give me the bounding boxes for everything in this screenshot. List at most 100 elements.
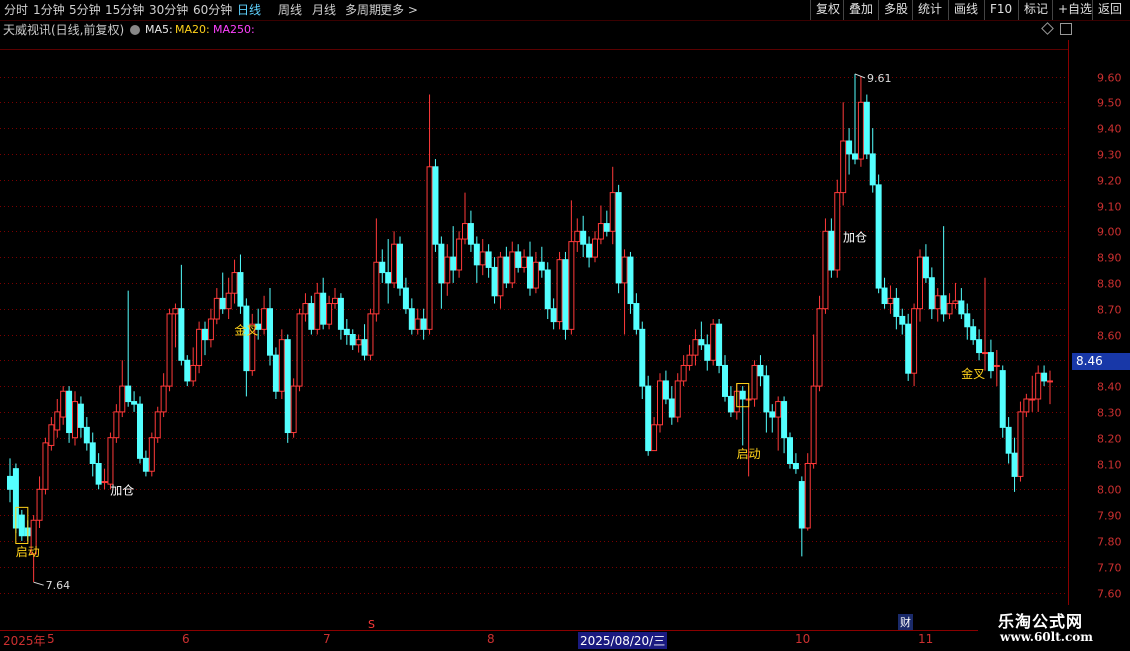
period-tab[interactable]: 60分钟	[193, 2, 232, 18]
candle[interactable]	[792, 453, 799, 474]
candle[interactable]	[444, 244, 451, 296]
period-tab[interactable]: 分时	[4, 2, 28, 18]
candle[interactable]	[668, 386, 675, 425]
candle[interactable]	[355, 334, 362, 353]
candle[interactable]	[267, 288, 273, 366]
candle[interactable]	[479, 239, 486, 276]
toolbar-button[interactable]: 复权	[810, 0, 845, 20]
candle[interactable]	[107, 432, 114, 490]
candle[interactable]	[391, 231, 398, 289]
toolbar-button[interactable]: 返回	[1092, 0, 1127, 20]
candle[interactable]	[237, 254, 244, 314]
candle[interactable]	[1017, 401, 1024, 482]
candle[interactable]	[101, 468, 108, 490]
candle[interactable]	[166, 308, 173, 392]
candle[interactable]	[367, 308, 374, 361]
candle[interactable]	[846, 128, 853, 175]
candle[interactable]	[42, 437, 49, 495]
candle[interactable]	[473, 236, 480, 283]
candle[interactable]	[775, 396, 782, 451]
candle[interactable]	[272, 347, 279, 399]
candle[interactable]	[497, 251, 504, 309]
candle[interactable]	[462, 192, 468, 245]
candle[interactable]	[651, 417, 658, 452]
candle[interactable]	[119, 360, 126, 418]
candle[interactable]	[562, 251, 569, 340]
toolbar-button[interactable]: 叠加	[843, 0, 878, 20]
candle[interactable]	[769, 404, 776, 433]
candle[interactable]	[911, 303, 918, 387]
candle[interactable]	[278, 329, 285, 399]
candlestick-chart[interactable]: 9.60 9.50 9.40 9.30 9.20 9.10 9.00 8.90 8.80 8.70…	[0, 40, 1130, 630]
candle[interactable]	[89, 432, 96, 477]
candle[interactable]	[698, 321, 705, 350]
candle[interactable]	[432, 159, 439, 252]
toolbar-button[interactable]: 多股	[878, 0, 913, 20]
candle[interactable]	[857, 76, 864, 167]
toolbar-button[interactable]: F10	[984, 0, 1017, 20]
candle[interactable]	[66, 386, 73, 443]
selected-date-label[interactable]: 2025/08/20/三	[578, 632, 668, 649]
candle[interactable]	[48, 417, 55, 451]
toolbar-button[interactable]: 画线	[948, 0, 983, 20]
candle[interactable]	[261, 295, 268, 335]
candle[interactable]	[231, 259, 238, 304]
candle[interactable]	[828, 218, 835, 278]
candle[interactable]	[225, 277, 232, 320]
candle[interactable]	[60, 386, 67, 425]
candle[interactable]	[202, 321, 208, 356]
candle[interactable]	[314, 282, 321, 335]
candle[interactable]	[385, 239, 392, 304]
candle[interactable]	[243, 298, 250, 397]
candle[interactable]	[597, 205, 604, 245]
candle[interactable]	[657, 373, 663, 433]
candle[interactable]	[1041, 365, 1048, 387]
candle[interactable]	[952, 282, 959, 309]
candle[interactable]	[509, 241, 516, 289]
candle[interactable]	[450, 226, 457, 283]
candle[interactable]	[308, 295, 315, 335]
candle[interactable]	[840, 102, 847, 206]
candle[interactable]	[361, 324, 368, 361]
candle[interactable]	[456, 231, 463, 278]
candle[interactable]	[414, 308, 421, 335]
period-tab[interactable]: 更多 >	[380, 2, 418, 18]
candle[interactable]	[633, 293, 640, 335]
candle[interactable]	[521, 249, 528, 273]
candle[interactable]	[852, 73, 858, 165]
candle[interactable]	[172, 303, 179, 348]
candle[interactable]	[213, 288, 220, 325]
candle[interactable]	[787, 432, 793, 469]
candle[interactable]	[739, 386, 746, 446]
period-tab[interactable]: 5分钟	[69, 2, 101, 18]
candle[interactable]	[834, 179, 841, 278]
candle[interactable]	[875, 174, 882, 294]
candle[interactable]	[603, 210, 610, 237]
candle[interactable]	[343, 319, 350, 345]
candle[interactable]	[645, 375, 652, 456]
candle[interactable]	[662, 370, 669, 405]
candle[interactable]	[686, 344, 693, 371]
candle[interactable]	[420, 308, 427, 340]
finance-marker[interactable]: 财	[898, 614, 913, 630]
candle[interactable]	[95, 453, 102, 490]
candle[interactable]	[781, 396, 788, 454]
candle[interactable]	[999, 365, 1006, 438]
toolbar-button[interactable]: +自选	[1052, 0, 1097, 20]
candle[interactable]	[757, 355, 764, 387]
candle[interactable]	[337, 293, 344, 340]
candle[interactable]	[302, 293, 309, 322]
candle[interactable]	[36, 476, 43, 528]
candle[interactable]	[946, 293, 953, 320]
candle[interactable]	[893, 288, 900, 330]
candle[interactable]	[1011, 437, 1018, 492]
candle[interactable]	[426, 94, 433, 335]
candle[interactable]	[1005, 417, 1012, 464]
candle[interactable]	[373, 218, 380, 322]
candle[interactable]	[674, 373, 681, 423]
candle[interactable]	[137, 396, 143, 464]
candle[interactable]	[905, 313, 912, 381]
candle[interactable]	[899, 308, 906, 335]
candle[interactable]	[379, 249, 386, 283]
candle[interactable]	[326, 295, 333, 330]
